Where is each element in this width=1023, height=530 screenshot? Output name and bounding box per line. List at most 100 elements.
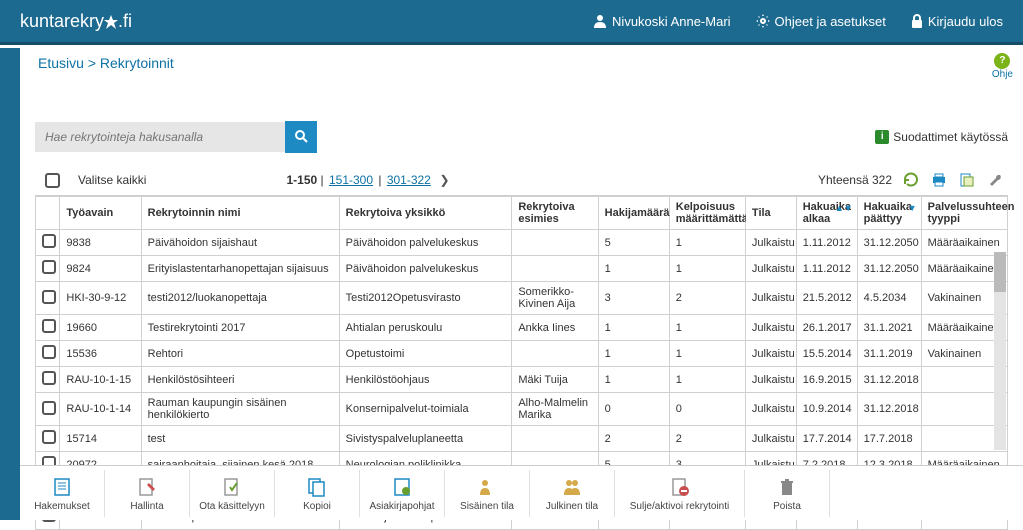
table-row[interactable]: 9824Erityislastentarhanopettajan sijaisu… xyxy=(36,256,1008,282)
settings-wrench-icon[interactable] xyxy=(986,171,1004,189)
cell-esimies xyxy=(512,256,598,282)
row-checkbox[interactable] xyxy=(42,371,56,385)
table-row[interactable]: 15536RehtoriOpetustoimi11Julkaistu15.5.2… xyxy=(36,341,1008,367)
col-yksikko[interactable]: Rekrytoiva yksikkö xyxy=(339,197,512,230)
cell-nimi: testi2012/luokanopettaja xyxy=(141,282,339,315)
breadcrumb-home[interactable]: Etusivu xyxy=(38,55,84,71)
row-checkbox[interactable] xyxy=(42,260,56,274)
row-checkbox[interactable] xyxy=(42,234,56,248)
table-row[interactable]: 9838Päivähoidon sijaishautPäivähoidon pa… xyxy=(36,230,1008,256)
col-tyoavain[interactable]: Työavain xyxy=(60,197,141,230)
toolbar-poista[interactable]: Poista xyxy=(745,470,830,517)
cell-esimies: Mäki Tuija xyxy=(512,367,598,393)
export-icon[interactable] xyxy=(958,171,976,189)
sort-icon: ▲▼ xyxy=(835,203,853,213)
table-row[interactable]: RAU-10-1-14Rauman kaupungin sisäinen hen… xyxy=(36,393,1008,426)
cell-tyoavain: 9838 xyxy=(60,230,141,256)
refresh-icon[interactable] xyxy=(902,171,920,189)
cell-tila: Julkaistu xyxy=(745,393,796,426)
cell-paattyy: 31.12.2050 xyxy=(857,230,921,256)
search-button[interactable] xyxy=(285,121,317,153)
select-all-checkbox[interactable] xyxy=(45,173,60,188)
row-checkbox[interactable] xyxy=(42,345,56,359)
logo[interactable]: kuntarekry.fi xyxy=(20,11,568,32)
filter-active-note[interactable]: i Suodattimet käytössä xyxy=(875,130,1008,144)
ota-icon xyxy=(190,475,274,499)
table-row[interactable]: HKI-30-9-12testi2012/luokanopettajaTesti… xyxy=(36,282,1008,315)
help-icon: ? xyxy=(994,53,1010,69)
cell-yksikko: Sivistyspalveluplaneetta xyxy=(339,426,512,452)
cell-tyoavain: HKI-30-9-12 xyxy=(60,282,141,315)
page-current: 1-150 xyxy=(286,173,317,187)
toolbar-ota[interactable]: Ota käsittelyyn xyxy=(190,470,275,517)
gear-icon xyxy=(756,14,770,28)
table-row[interactable]: 15714testSivistyspalveluplaneetta22Julka… xyxy=(36,426,1008,452)
col-tila[interactable]: Tila xyxy=(745,197,796,230)
topbar: kuntarekry.fi Nivukoski Anne-Mari Ohjeet… xyxy=(0,0,1023,45)
scrollbar-thumb[interactable] xyxy=(994,252,1006,292)
cell-paattyy: 31.12.2050 xyxy=(857,256,921,282)
toolbar-label: Sulje/aktivoi rekrytointi xyxy=(630,501,729,512)
toolbar-hakemukset[interactable]: Hakemukset xyxy=(20,470,105,517)
cell-nimi: Rauman kaupungin sisäinen henkilökierto xyxy=(141,393,339,426)
toolbar-label: Ota käsittelyyn xyxy=(199,501,265,512)
page-link-3[interactable]: 301-322 xyxy=(387,173,431,187)
cell-kelpoisuus: 2 xyxy=(669,426,745,452)
col-esimies[interactable]: Rekrytoiva esimies xyxy=(512,197,598,230)
select-all-label: Valitse kaikki xyxy=(78,173,146,187)
row-checkbox[interactable] xyxy=(42,290,56,304)
table-row[interactable]: 19660Testirekrytointi 2017Ahtialan perus… xyxy=(36,315,1008,341)
cell-tyoavain: 15536 xyxy=(60,341,141,367)
cell-yksikko: Opetustoimi xyxy=(339,341,512,367)
col-paattyy[interactable]: Hakuaika päättyy▼ xyxy=(857,197,921,230)
toolbar-hallinta[interactable]: Hallinta xyxy=(105,470,190,517)
col-check xyxy=(36,197,60,230)
toolbar-label: Hakemukset xyxy=(34,501,90,512)
info-icon: i xyxy=(875,130,889,144)
logout-link[interactable]: Kirjaudu ulos xyxy=(911,14,1003,29)
julkinen-icon xyxy=(530,475,614,499)
col-nimi[interactable]: Rekrytoinnin nimi xyxy=(141,197,339,230)
cell-paattyy: 4.5.2034 xyxy=(857,282,921,315)
row-checkbox[interactable] xyxy=(42,401,56,415)
help-button[interactable]: ? Ohje xyxy=(992,53,1013,80)
sort-down-icon: ▼ xyxy=(908,203,917,213)
table-row[interactable]: RAU-10-1-15HenkilöstösihteeriHenkilöstöo… xyxy=(36,367,1008,393)
toolbar-sulje[interactable]: Sulje/aktivoi rekrytointi xyxy=(615,470,745,517)
row-checkbox[interactable] xyxy=(42,319,56,333)
cell-hakija: 5 xyxy=(598,230,669,256)
cell-kelpoisuus: 1 xyxy=(669,256,745,282)
toolbar-kopioi[interactable]: Kopioi xyxy=(275,470,360,517)
col-hakija[interactable]: Hakijamäärä xyxy=(598,197,669,230)
toolbar-sisainen[interactable]: Sisäinen tila xyxy=(445,470,530,517)
sulje-icon xyxy=(615,475,744,499)
toolbar-label: Poista xyxy=(773,501,801,512)
toolbar-julkinen[interactable]: Julkinen tila xyxy=(530,470,615,517)
page-link-2[interactable]: 151-300 xyxy=(329,173,373,187)
search-input[interactable] xyxy=(35,122,285,152)
breadcrumb-current: Rekrytoinnit xyxy=(100,55,174,71)
cell-nimi: Henkilöstösihteeri xyxy=(141,367,339,393)
breadcrumb-sep: > xyxy=(88,55,100,71)
cell-esimies: Ankka Iines xyxy=(512,315,598,341)
cell-tila: Julkaistu xyxy=(745,367,796,393)
col-alkaa[interactable]: Hakuaika alkaa▲▼ xyxy=(796,197,857,230)
cell-yksikko: Konsernipalvelut-toimiala xyxy=(339,393,512,426)
user-menu[interactable]: Nivukoski Anne-Mari xyxy=(593,14,731,29)
cell-kelpoisuus: 1 xyxy=(669,341,745,367)
settings-label: Ohjeet ja asetukset xyxy=(775,14,886,29)
table-scrollbar[interactable] xyxy=(994,252,1006,450)
cell-nimi: Erityislastentarhanopettajan sijaisuus xyxy=(141,256,339,282)
col-tyyppi[interactable]: Palvelussuhteen tyyppi xyxy=(921,197,1007,230)
cell-paattyy: 31.12.2018 xyxy=(857,393,921,426)
settings-link[interactable]: Ohjeet ja asetukset xyxy=(756,14,886,29)
row-checkbox[interactable] xyxy=(42,430,56,444)
print-icon[interactable] xyxy=(930,171,948,189)
col-kelpoisuus[interactable]: Kelpoisuus määrittämättä xyxy=(669,197,745,230)
cell-hakija: 1 xyxy=(598,256,669,282)
page-next-icon[interactable]: ❯ xyxy=(436,173,449,187)
cell-alkaa: 17.7.2014 xyxy=(796,426,857,452)
toolbar-asiakirja[interactable]: Asiakirjapohjat xyxy=(360,470,445,517)
cell-tyoavain: 9824 xyxy=(60,256,141,282)
cell-esimies xyxy=(512,341,598,367)
